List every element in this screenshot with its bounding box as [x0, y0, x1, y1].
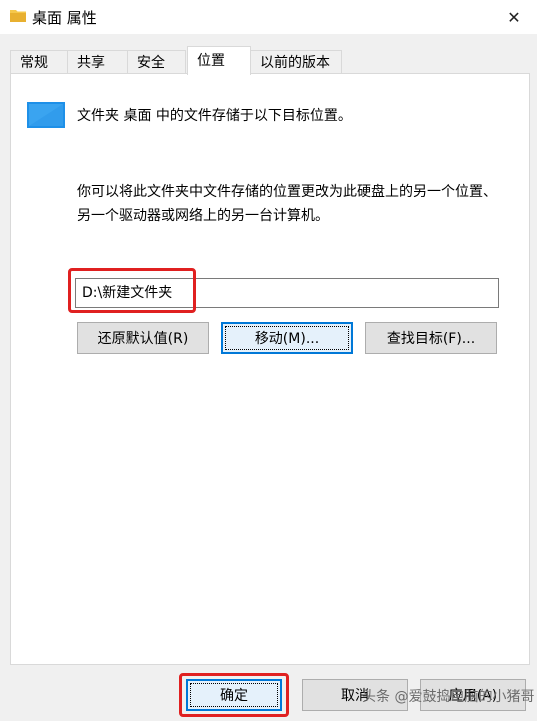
- find-target-button[interactable]: 查找目标(F)...: [365, 322, 497, 354]
- move-button[interactable]: 移动(M)...: [221, 322, 353, 354]
- location-panel: 文件夹 桌面 中的文件存储于以下目标位置。 你可以将此文件夹中文件存储的位置更改…: [10, 73, 530, 665]
- restore-default-button[interactable]: 还原默认值(R): [77, 322, 209, 354]
- location-description: 文件夹 桌面 中的文件存储于以下目标位置。: [77, 108, 352, 124]
- tab-label: 常规: [20, 55, 48, 71]
- close-button[interactable]: ✕: [491, 0, 537, 34]
- tab-label: 以前的版本: [260, 55, 330, 71]
- tab-security[interactable]: 安全: [127, 50, 186, 74]
- button-label: 查找目标(F)...: [386, 331, 476, 347]
- window-title: 桌面 属性: [32, 9, 97, 27]
- watermark-text: 头条 @爱鼓捣电脑的小猪哥: [362, 689, 535, 705]
- close-icon: ✕: [507, 7, 521, 27]
- location-instructions: 你可以将此文件夹中文件存储的位置更改为此硬盘上的另一个位置、另一个驱动器或网络上…: [77, 184, 497, 224]
- ok-highlight-annotation: [179, 673, 289, 717]
- path-highlight-annotation: [68, 268, 196, 313]
- folder-icon: [10, 10, 26, 22]
- button-label: 移动(M)...: [254, 331, 320, 347]
- tab-label: 共享: [77, 55, 105, 71]
- button-label: 还原默认值(R): [97, 331, 189, 347]
- tab-sharing[interactable]: 共享: [67, 50, 128, 74]
- title-bar: 桌面 属性 ✕: [0, 0, 537, 34]
- tab-label: 安全: [137, 55, 165, 71]
- desktop-folder-icon: [27, 102, 65, 128]
- tab-previous-versions[interactable]: 以前的版本: [250, 50, 342, 74]
- tab-label: 位置: [197, 53, 225, 69]
- tab-location[interactable]: 位置: [187, 46, 251, 75]
- tab-general[interactable]: 常规: [10, 50, 68, 74]
